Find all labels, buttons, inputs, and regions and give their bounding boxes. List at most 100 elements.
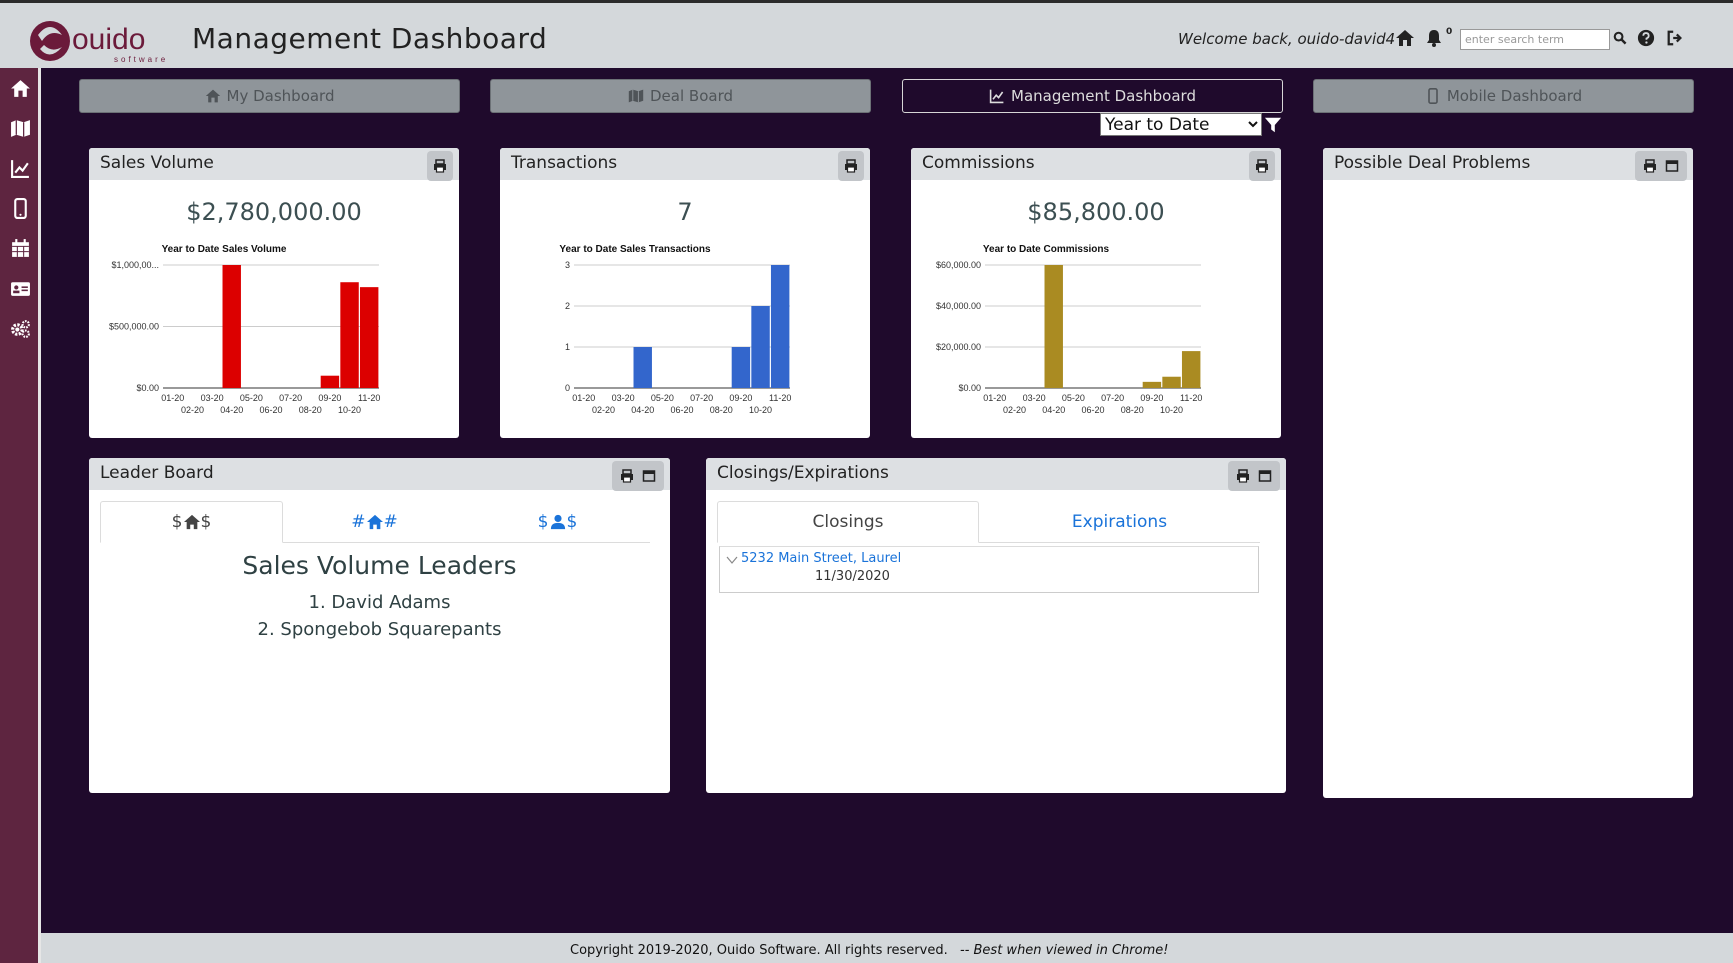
- x-tick-label: 01-20: [161, 393, 184, 403]
- calendar-icon[interactable]: [10, 238, 31, 259]
- card-header: Sales Volume: [89, 148, 459, 181]
- x-tick-label: 09-20: [1140, 393, 1163, 403]
- bell-icon[interactable]: [1424, 28, 1444, 48]
- tab-closings[interactable]: Closings: [717, 501, 979, 543]
- print-icon[interactable]: [1643, 159, 1657, 173]
- card-title: Closings/Expirations: [717, 463, 889, 483]
- chart-bar: [731, 347, 751, 388]
- card-title: Transactions: [511, 153, 618, 173]
- tab-suffix: #: [383, 512, 398, 532]
- closing-address[interactable]: 5232 Main Street, Laurel: [741, 551, 901, 566]
- x-tick-label: 08-20: [1121, 405, 1144, 415]
- tab-expirations[interactable]: Expirations: [979, 501, 1260, 543]
- chevron-down-icon[interactable]: [726, 555, 738, 565]
- logout-icon[interactable]: [1666, 29, 1684, 47]
- print-icon[interactable]: [1255, 159, 1269, 173]
- x-tick-label: 02-20: [1003, 405, 1026, 415]
- y-tick-label: 1: [565, 342, 570, 352]
- tab-sales-volume[interactable]: $ $: [100, 501, 283, 543]
- chart-bar: [751, 306, 770, 388]
- maximize-icon[interactable]: [642, 469, 656, 483]
- home-icon[interactable]: [10, 78, 31, 99]
- chart-line-icon[interactable]: [10, 158, 31, 179]
- mobile-dashboard-button[interactable]: Mobile Dashboard: [1313, 79, 1694, 113]
- card-tools: [1635, 151, 1687, 181]
- tab-suffix: $: [566, 512, 578, 532]
- search-icon[interactable]: [1613, 31, 1627, 45]
- y-tick-label: $20,000.00: [936, 342, 981, 352]
- tab-label: Closings: [812, 512, 884, 532]
- closings-card: Closings/Expirations Closings Expiration…: [706, 458, 1286, 793]
- x-tick-label: 06-20: [1081, 405, 1104, 415]
- print-icon[interactable]: [433, 159, 447, 173]
- y-tick-label: $500,000.00: [109, 322, 159, 332]
- map-icon[interactable]: [10, 118, 31, 139]
- app-header: ouido software Management Dashboard Welc…: [0, 0, 1733, 68]
- cogs-icon[interactable]: [10, 318, 31, 339]
- tab-transactions[interactable]: # #: [283, 501, 466, 543]
- chart-bar: [222, 265, 241, 388]
- id-card-icon[interactable]: [10, 278, 31, 299]
- tab-prefix: $: [537, 512, 549, 532]
- x-tick-label: 01-20: [983, 393, 1006, 403]
- sales-volume-card: Sales Volume $2,780,000.00 Year to Date …: [89, 148, 459, 438]
- home-icon: [183, 514, 200, 530]
- mobile-icon: [1428, 88, 1438, 104]
- x-tick-label: 11-20: [358, 393, 380, 403]
- card-header: Transactions: [500, 148, 870, 181]
- mobile-icon[interactable]: [10, 198, 31, 219]
- my-dashboard-button[interactable]: My Dashboard: [79, 79, 460, 113]
- notification-count: 0: [1446, 27, 1453, 37]
- deal-board-button[interactable]: Deal Board: [490, 79, 871, 113]
- management-dashboard-button[interactable]: Management Dashboard: [902, 79, 1283, 113]
- x-tick-label: 05-20: [1062, 393, 1085, 403]
- x-tick-label: 04-20: [1042, 405, 1065, 415]
- print-icon[interactable]: [844, 159, 858, 173]
- period-select[interactable]: Year to Date: [1100, 113, 1262, 136]
- card-title: Commissions: [922, 153, 1035, 173]
- leader-board-card: Leader Board $ $ # # $ $ Sales Volume Le…: [89, 458, 670, 793]
- maximize-icon[interactable]: [1665, 159, 1679, 173]
- tab-prefix: $: [171, 512, 183, 532]
- y-tick-label: 3: [565, 260, 570, 270]
- search-input[interactable]: [1460, 29, 1610, 50]
- my-dashboard-label: My Dashboard: [226, 87, 335, 105]
- home-icon[interactable]: [1395, 28, 1415, 48]
- leader-item: 2. Spongebob Squarepants: [257, 619, 502, 640]
- svg-text:software: software: [114, 55, 168, 64]
- closing-item[interactable]: 5232 Main Street, Laurel 11/30/2020: [719, 546, 1259, 593]
- x-tick-label: 04-20: [220, 405, 243, 415]
- x-tick-label: 03-20: [201, 393, 224, 403]
- print-icon[interactable]: [1236, 469, 1250, 483]
- chart-bar: [633, 347, 652, 388]
- y-tick-label: $0.00: [958, 383, 981, 393]
- x-tick-label: 07-20: [279, 393, 302, 403]
- card-tools: [612, 461, 664, 491]
- users-icon: [550, 514, 565, 530]
- x-tick-label: 09-20: [729, 393, 752, 403]
- deal-board-label: Deal Board: [650, 87, 733, 105]
- footer: Copyright 2019-2020, Ouido Software. All…: [41, 933, 1733, 963]
- ouido-logo[interactable]: ouido software: [28, 15, 188, 65]
- chart-line-icon: [989, 89, 1004, 104]
- help-icon[interactable]: [1637, 29, 1655, 47]
- filter-icon[interactable]: [1264, 116, 1282, 134]
- page-title: Management Dashboard: [192, 22, 548, 55]
- card-tools: [427, 151, 453, 181]
- commissions-card: Commissions $85,800.00 Year to Date Comm…: [911, 148, 1281, 438]
- closings-tabs: Closings Expirations: [717, 501, 1260, 543]
- print-icon[interactable]: [620, 469, 634, 483]
- maximize-icon[interactable]: [1258, 469, 1272, 483]
- x-tick-label: 07-20: [690, 393, 713, 403]
- tab-agent-earnings[interactable]: $ $: [466, 501, 649, 543]
- y-tick-label: $40,000.00: [936, 301, 981, 311]
- mobile-dashboard-label: Mobile Dashboard: [1446, 87, 1583, 105]
- map-icon: [628, 89, 644, 103]
- x-tick-label: 06-20: [670, 405, 693, 415]
- transactions-card: Transactions 7 Year to Date Sales Transa…: [500, 148, 870, 438]
- x-tick-label: 05-20: [240, 393, 263, 403]
- home-icon: [366, 514, 383, 530]
- x-tick-label: 07-20: [1101, 393, 1124, 403]
- leaders-heading: Sales Volume Leaders: [242, 551, 517, 580]
- commissions-total: $85,800.00: [1027, 198, 1165, 226]
